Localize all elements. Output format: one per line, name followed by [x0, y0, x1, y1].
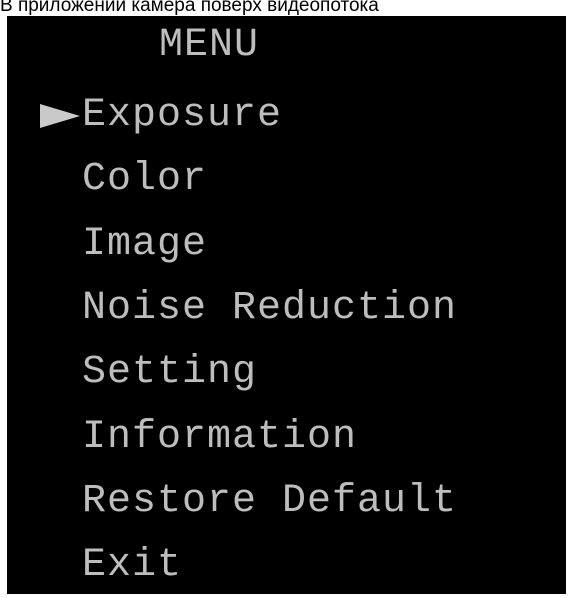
menu-item-label: Setting	[82, 350, 258, 396]
selection-cursor-icon	[40, 104, 80, 129]
menu-item-label: Exposure	[82, 93, 283, 139]
menu-item-information[interactable]: Information	[7, 405, 566, 469]
menu-item-label: Restore Default	[82, 478, 458, 524]
menu-item-setting[interactable]: Setting	[7, 341, 566, 405]
menu-list: Exposure Color Image Noise Reduction Set…	[7, 84, 566, 598]
menu-item-label: Noise Reduction	[82, 286, 458, 332]
menu-item-label: Image	[82, 221, 208, 267]
menu-item-image[interactable]: Image	[7, 213, 566, 277]
menu-item-label: Information	[82, 414, 358, 460]
caption-text: В приложении камера поверх видеопотока	[0, 0, 379, 16]
menu-item-noise-reduction[interactable]: Noise Reduction	[7, 277, 566, 341]
osd-menu-panel: MENU Exposure Color Image Noise Reductio…	[7, 16, 566, 594]
menu-title: MENU	[158, 23, 259, 68]
menu-item-exposure[interactable]: Exposure	[7, 84, 566, 148]
menu-item-color[interactable]: Color	[7, 148, 566, 212]
menu-item-exit[interactable]: Exit	[7, 534, 566, 598]
menu-item-restore-default[interactable]: Restore Default	[7, 470, 566, 534]
menu-item-label: Color	[82, 157, 208, 203]
menu-item-label: Exit	[82, 543, 183, 589]
